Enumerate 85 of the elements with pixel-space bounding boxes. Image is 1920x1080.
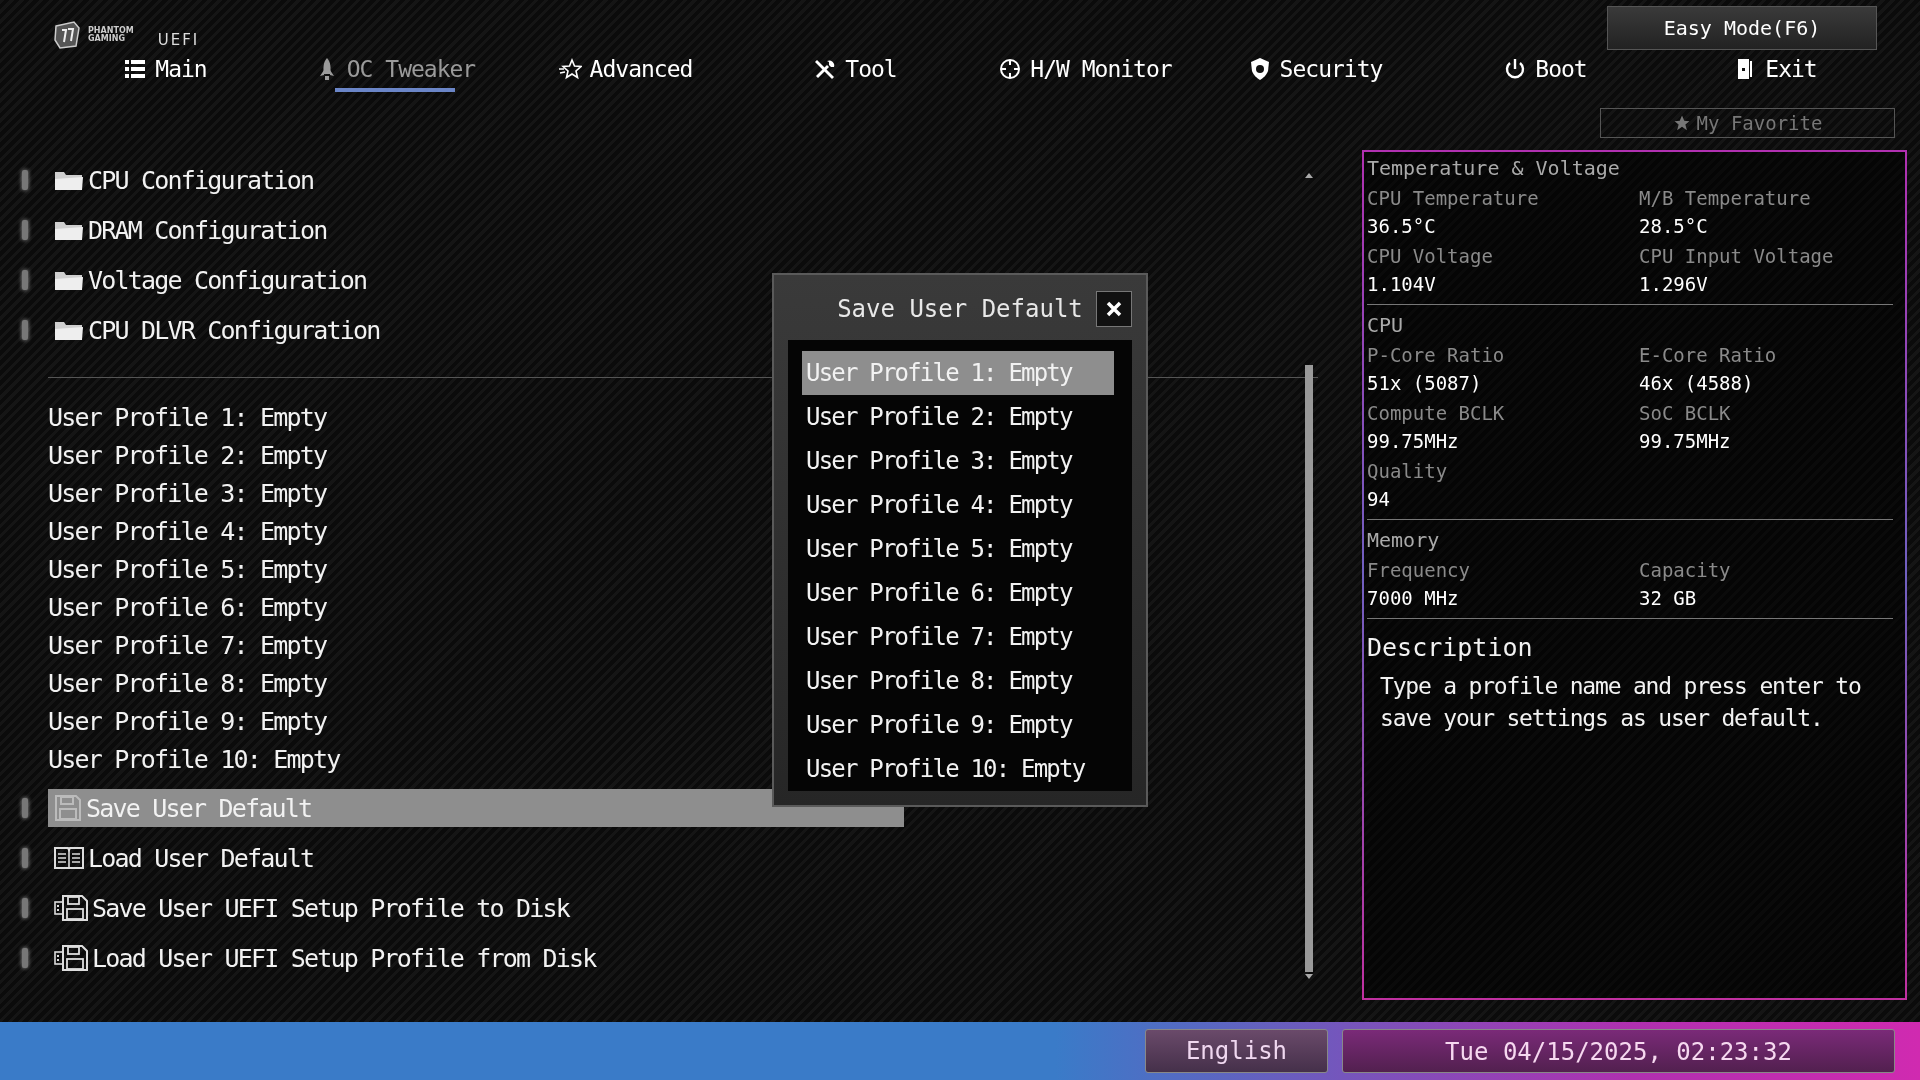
- profile-option[interactable]: User Profile 9: Empty: [802, 703, 1114, 747]
- close-icon: [1105, 300, 1123, 318]
- field-value: 99.75MHz: [1367, 429, 1460, 454]
- menu-item[interactable]: User Profile 4: Empty: [48, 512, 327, 550]
- nav-tab[interactable]: Boot: [1430, 50, 1660, 92]
- nav-tab[interactable]: H/W Monitor: [970, 50, 1200, 92]
- profile-option[interactable]: User Profile 2: Empty: [802, 395, 1114, 439]
- description-title: Description: [1367, 633, 1534, 662]
- close-button[interactable]: [1096, 291, 1132, 327]
- field-value: 46x (4588): [1639, 371, 1755, 396]
- logo-icon: [52, 20, 82, 50]
- star-icon: [1672, 114, 1691, 132]
- item-marker: [22, 320, 28, 340]
- nav-tab[interactable]: Tool: [740, 50, 970, 92]
- field-label: SoC BCLK: [1639, 401, 1732, 426]
- field-label: Compute BCLK: [1367, 401, 1506, 426]
- field-value: 7000 MHz: [1367, 586, 1460, 611]
- profile-option[interactable]: User Profile 6: Empty: [802, 571, 1114, 615]
- menu-item[interactable]: User Profile 2: Empty: [48, 436, 327, 474]
- menu-item[interactable]: DRAM Configuration: [48, 211, 327, 249]
- field-label: Capacity: [1639, 558, 1732, 583]
- field-label: CPU Temperature: [1367, 186, 1540, 211]
- nav-tab[interactable]: Security: [1200, 50, 1430, 92]
- item-marker: [22, 220, 28, 240]
- my-favorite-button[interactable]: My Favorite: [1600, 108, 1895, 138]
- easy-mode-button[interactable]: Easy Mode(F6): [1607, 6, 1877, 50]
- brand-name: PHANTOM GAMING: [88, 27, 134, 43]
- field-value: 94: [1367, 487, 1391, 512]
- list-icon: [123, 57, 148, 81]
- menu-item[interactable]: Load User UEFI Setup Profile from Disk: [48, 939, 596, 977]
- field-label: M/B Temperature: [1639, 186, 1812, 211]
- item-marker: [22, 898, 28, 918]
- description-text: Type a profile name and press enter to save your settings as user default.: [1379, 672, 1862, 733]
- menu-item[interactable]: CPU DLVR Configuration: [48, 311, 380, 349]
- usb-floppy-icon: [54, 895, 88, 921]
- profile-option[interactable]: User Profile 5: Empty: [802, 527, 1114, 571]
- section-title: Temperature & Voltage: [1367, 155, 1621, 182]
- star-icon: [557, 57, 582, 81]
- item-marker: [22, 270, 28, 290]
- usb-floppy-icon: [54, 945, 88, 971]
- profile-option[interactable]: User Profile 10: Empty: [802, 747, 1114, 791]
- menu-item[interactable]: Save User UEFI Setup Profile to Disk: [48, 889, 570, 927]
- language-button[interactable]: English: [1145, 1029, 1328, 1073]
- field-label: CPU Input Voltage: [1639, 244, 1835, 269]
- dialog-title: Save User Default: [837, 294, 1083, 323]
- menu-item[interactable]: User Profile 10: Empty: [48, 740, 340, 778]
- menu-item[interactable]: User Profile 8: Empty: [48, 664, 327, 702]
- menu-item[interactable]: User Profile 7: Empty: [48, 626, 327, 664]
- field-value: 32 GB: [1639, 586, 1698, 611]
- field-value: 36.5°C: [1367, 214, 1437, 239]
- section-title: Memory: [1367, 527, 1441, 554]
- nav-tab[interactable]: Exit: [1660, 50, 1890, 92]
- menu-item[interactable]: User Profile 6: Empty: [48, 588, 327, 626]
- field-value: 51x (5087): [1367, 371, 1483, 396]
- field-value: 99.75MHz: [1639, 429, 1732, 454]
- item-marker: [22, 848, 28, 868]
- menu-item[interactable]: Voltage Configuration: [48, 261, 367, 299]
- profile-option[interactable]: User Profile 3: Empty: [802, 439, 1114, 483]
- profile-option[interactable]: User Profile 8: Empty: [802, 659, 1114, 703]
- field-label: Frequency: [1367, 558, 1471, 583]
- menu-item[interactable]: CPU Configuration: [48, 161, 314, 199]
- profile-option[interactable]: User Profile 7: Empty: [802, 615, 1114, 659]
- section-title: CPU: [1367, 312, 1405, 339]
- menu-item[interactable]: Load User Default: [48, 839, 314, 877]
- uefi-label: UEFI: [157, 31, 200, 49]
- menu-item[interactable]: User Profile 3: Empty: [48, 474, 327, 512]
- item-marker: [22, 948, 28, 968]
- field-label: CPU Voltage: [1367, 244, 1494, 269]
- field-label: P-Core Ratio: [1367, 343, 1506, 368]
- field-label: E-Core Ratio: [1639, 343, 1778, 368]
- field-value: 1.296V: [1639, 272, 1709, 297]
- item-marker: [22, 798, 28, 818]
- field-value: 28.5°C: [1639, 214, 1709, 239]
- menu-item[interactable]: User Profile 5: Empty: [48, 550, 327, 588]
- menu-item[interactable]: User Profile 1: Empty: [48, 398, 327, 436]
- field-label: Quality: [1367, 459, 1449, 484]
- field-value: 1.104V: [1367, 272, 1437, 297]
- book-icon: [54, 846, 84, 870]
- nav-tab[interactable]: OC Tweaker: [280, 50, 510, 92]
- nav-tab[interactable]: Main: [50, 50, 280, 92]
- nav-tab[interactable]: Advanced: [510, 50, 740, 92]
- menu-item[interactable]: User Profile 9: Empty: [48, 702, 327, 740]
- profile-option[interactable]: User Profile 4: Empty: [802, 483, 1114, 527]
- date-time: Tue 04/15/2025, 02:23:32: [1342, 1029, 1895, 1073]
- item-marker: [22, 170, 28, 190]
